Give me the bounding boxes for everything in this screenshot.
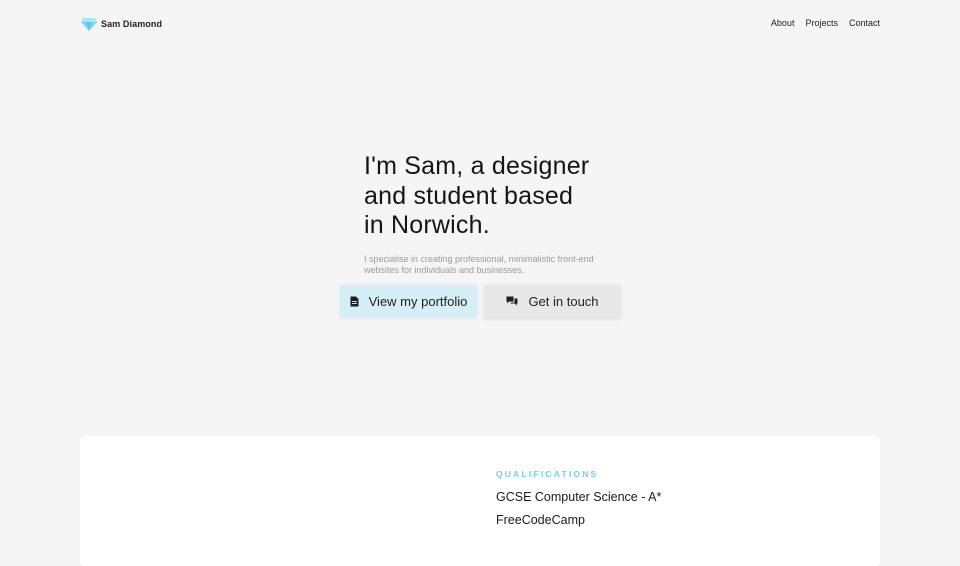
nav-link-contact[interactable]: Contact xyxy=(849,18,880,28)
qualifications-heading: QUALIFICATIONS xyxy=(496,469,599,479)
qualification-item: GCSE Computer Science - A* xyxy=(496,490,662,504)
view-portfolio-label: View my portfolio xyxy=(368,293,468,309)
qualifications-card: QUALIFICATIONS GCSE Computer Science - A… xyxy=(80,436,880,566)
hero-section: I'm Sam, a designer and student based in… xyxy=(364,152,624,241)
hero-title-line: and student based xyxy=(364,181,574,210)
get-in-touch-label: Get in touch xyxy=(528,293,599,309)
chat-icon xyxy=(506,296,518,306)
nav-links: About Projects Contact xyxy=(771,18,880,28)
hero-title-line: I'm Sam, a designer xyxy=(364,152,590,180)
brand-logo-link[interactable]: Sam Diamond xyxy=(80,15,162,33)
hero-subtitle-line: I specialise in creating professional, m… xyxy=(364,254,594,264)
qualifications-list: GCSE Computer Science - A* FreeCodeCamp xyxy=(496,486,661,531)
view-portfolio-button[interactable]: View my portfolio xyxy=(340,285,477,317)
nav-link-projects[interactable]: Projects xyxy=(805,18,838,28)
hero-subtitle: I specialise in creating professional, m… xyxy=(364,254,604,275)
hero-title: I'm Sam, a designer and student based in… xyxy=(364,152,624,241)
document-icon xyxy=(350,296,359,307)
get-in-touch-button[interactable]: Get in touch xyxy=(484,285,621,317)
hero-title-line: in Norwich. xyxy=(364,211,490,239)
hero-subtitle-line: websites for individuals and businesses. xyxy=(364,264,525,275)
nav-link-about[interactable]: About xyxy=(771,18,795,28)
qualification-item: FreeCodeCamp xyxy=(496,512,585,527)
top-navigation: Sam Diamond About Projects Contact xyxy=(0,0,960,48)
brand-name: Sam Diamond xyxy=(101,19,163,29)
diamond-icon xyxy=(80,15,98,33)
